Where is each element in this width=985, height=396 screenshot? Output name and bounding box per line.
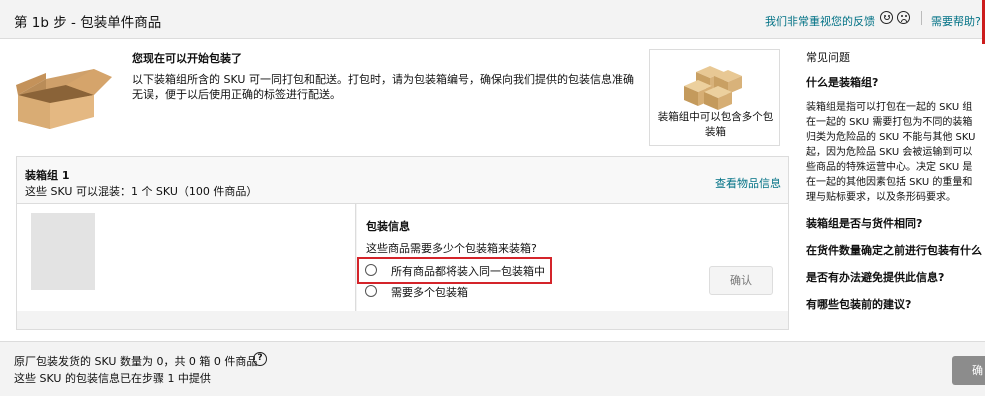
box-group-summary: 这些 SKU 可以混装：1 个 SKU（100 件商品） bbox=[25, 185, 258, 198]
product-cell bbox=[17, 204, 356, 311]
intro-text: 以下装箱组所含的 SKU 可一同打包和配送。打包时，请为包装箱编号，确保向我们提… bbox=[132, 73, 634, 101]
faq-title: 常见问题 bbox=[806, 51, 850, 64]
box-group-name: 装箱组 1 bbox=[25, 169, 70, 182]
box-count-question: 这些商品需要多少个包装箱来装箱? bbox=[366, 242, 537, 255]
stacked-boxes-icon bbox=[684, 66, 742, 110]
page-title: 第 1b 步 - 包装单件商品 bbox=[14, 15, 162, 31]
single-box-radio[interactable] bbox=[365, 264, 377, 276]
smiley-sad-icon[interactable] bbox=[897, 11, 910, 24]
faq-question-3[interactable]: 在货件数量确定之前进行包装有什么 bbox=[806, 242, 985, 258]
intro-title: 您现在可以开始包装了 bbox=[132, 52, 242, 65]
faq-question-5[interactable]: 有哪些包装前的建议? bbox=[806, 296, 985, 312]
faq-question-4[interactable]: 是否有办法避免提供此信息? bbox=[806, 269, 985, 285]
confirm-button[interactable]: 确认 bbox=[709, 266, 773, 295]
original-pack-summary: 原厂包装发货的 SKU 数量为 0，共 0 箱 0 件商品 bbox=[14, 355, 258, 368]
smiley-happy-icon[interactable] bbox=[880, 11, 893, 24]
faq-answer-1: 装箱组是指可以打包在一起的 SKU 组 在一起的 SKU 需要打包为不同的装箱 … bbox=[806, 102, 976, 203]
product-thumbnail bbox=[31, 213, 95, 290]
faq-question-1[interactable]: 什么是装箱组? bbox=[806, 74, 985, 90]
page-header: 第 1b 步 - 包装单件商品 我们非常重视您的反馈 需要帮助? bbox=[0, 0, 985, 44]
packing-info-status: 这些 SKU 的包装信息已在步骤 1 中提供 bbox=[14, 372, 211, 385]
help-icon[interactable]: ? bbox=[253, 352, 267, 366]
box-group-panel: 装箱组 1 这些 SKU 可以混装：1 个 SKU（100 件商品） 查看物品信… bbox=[16, 156, 789, 330]
open-box-illustration bbox=[16, 69, 112, 129]
help-link[interactable]: 需要帮助? bbox=[931, 13, 981, 29]
single-box-option[interactable]: 所有商品都将装入同一包装箱中 bbox=[365, 262, 545, 278]
multiple-boxes-radio[interactable] bbox=[365, 285, 377, 297]
footer-confirm-button[interactable]: 确 bbox=[952, 356, 985, 385]
faq-panel: 常见问题 什么是装箱组? 装箱组是指可以打包在一起的 SKU 组 在一起的 SK… bbox=[806, 49, 985, 312]
faq-question-2[interactable]: 装箱组是否与货件相同? bbox=[806, 215, 985, 231]
feedback-link[interactable]: 我们非常重视您的反馈 bbox=[765, 13, 875, 29]
box-group-caption: 装箱组中可以包含多个包装箱 bbox=[657, 111, 774, 138]
view-items-link[interactable]: 查看物品信息 bbox=[715, 175, 781, 191]
box-group-header: 装箱组 1 这些 SKU 可以混装：1 个 SKU（100 件商品） 查看物品信… bbox=[17, 157, 788, 204]
multiple-boxes-label: 需要多个包装箱 bbox=[391, 286, 468, 299]
packing-info-cell: 包装信息 这些商品需要多少个包装箱来装箱? 所有商品都将装入同一包装箱中 需要多… bbox=[357, 204, 788, 311]
single-box-label: 所有商品都将装入同一包装箱中 bbox=[391, 265, 545, 278]
packing-info-title: 包装信息 bbox=[366, 220, 410, 233]
header-divider bbox=[921, 11, 922, 25]
page-footer: 原厂包装发货的 SKU 数量为 0，共 0 箱 0 件商品 ? 这些 SKU 的… bbox=[0, 341, 985, 396]
multiple-boxes-option[interactable]: 需要多个包装箱 bbox=[365, 283, 545, 299]
box-group-info-card: 装箱组中可以包含多个包装箱 bbox=[649, 49, 780, 146]
